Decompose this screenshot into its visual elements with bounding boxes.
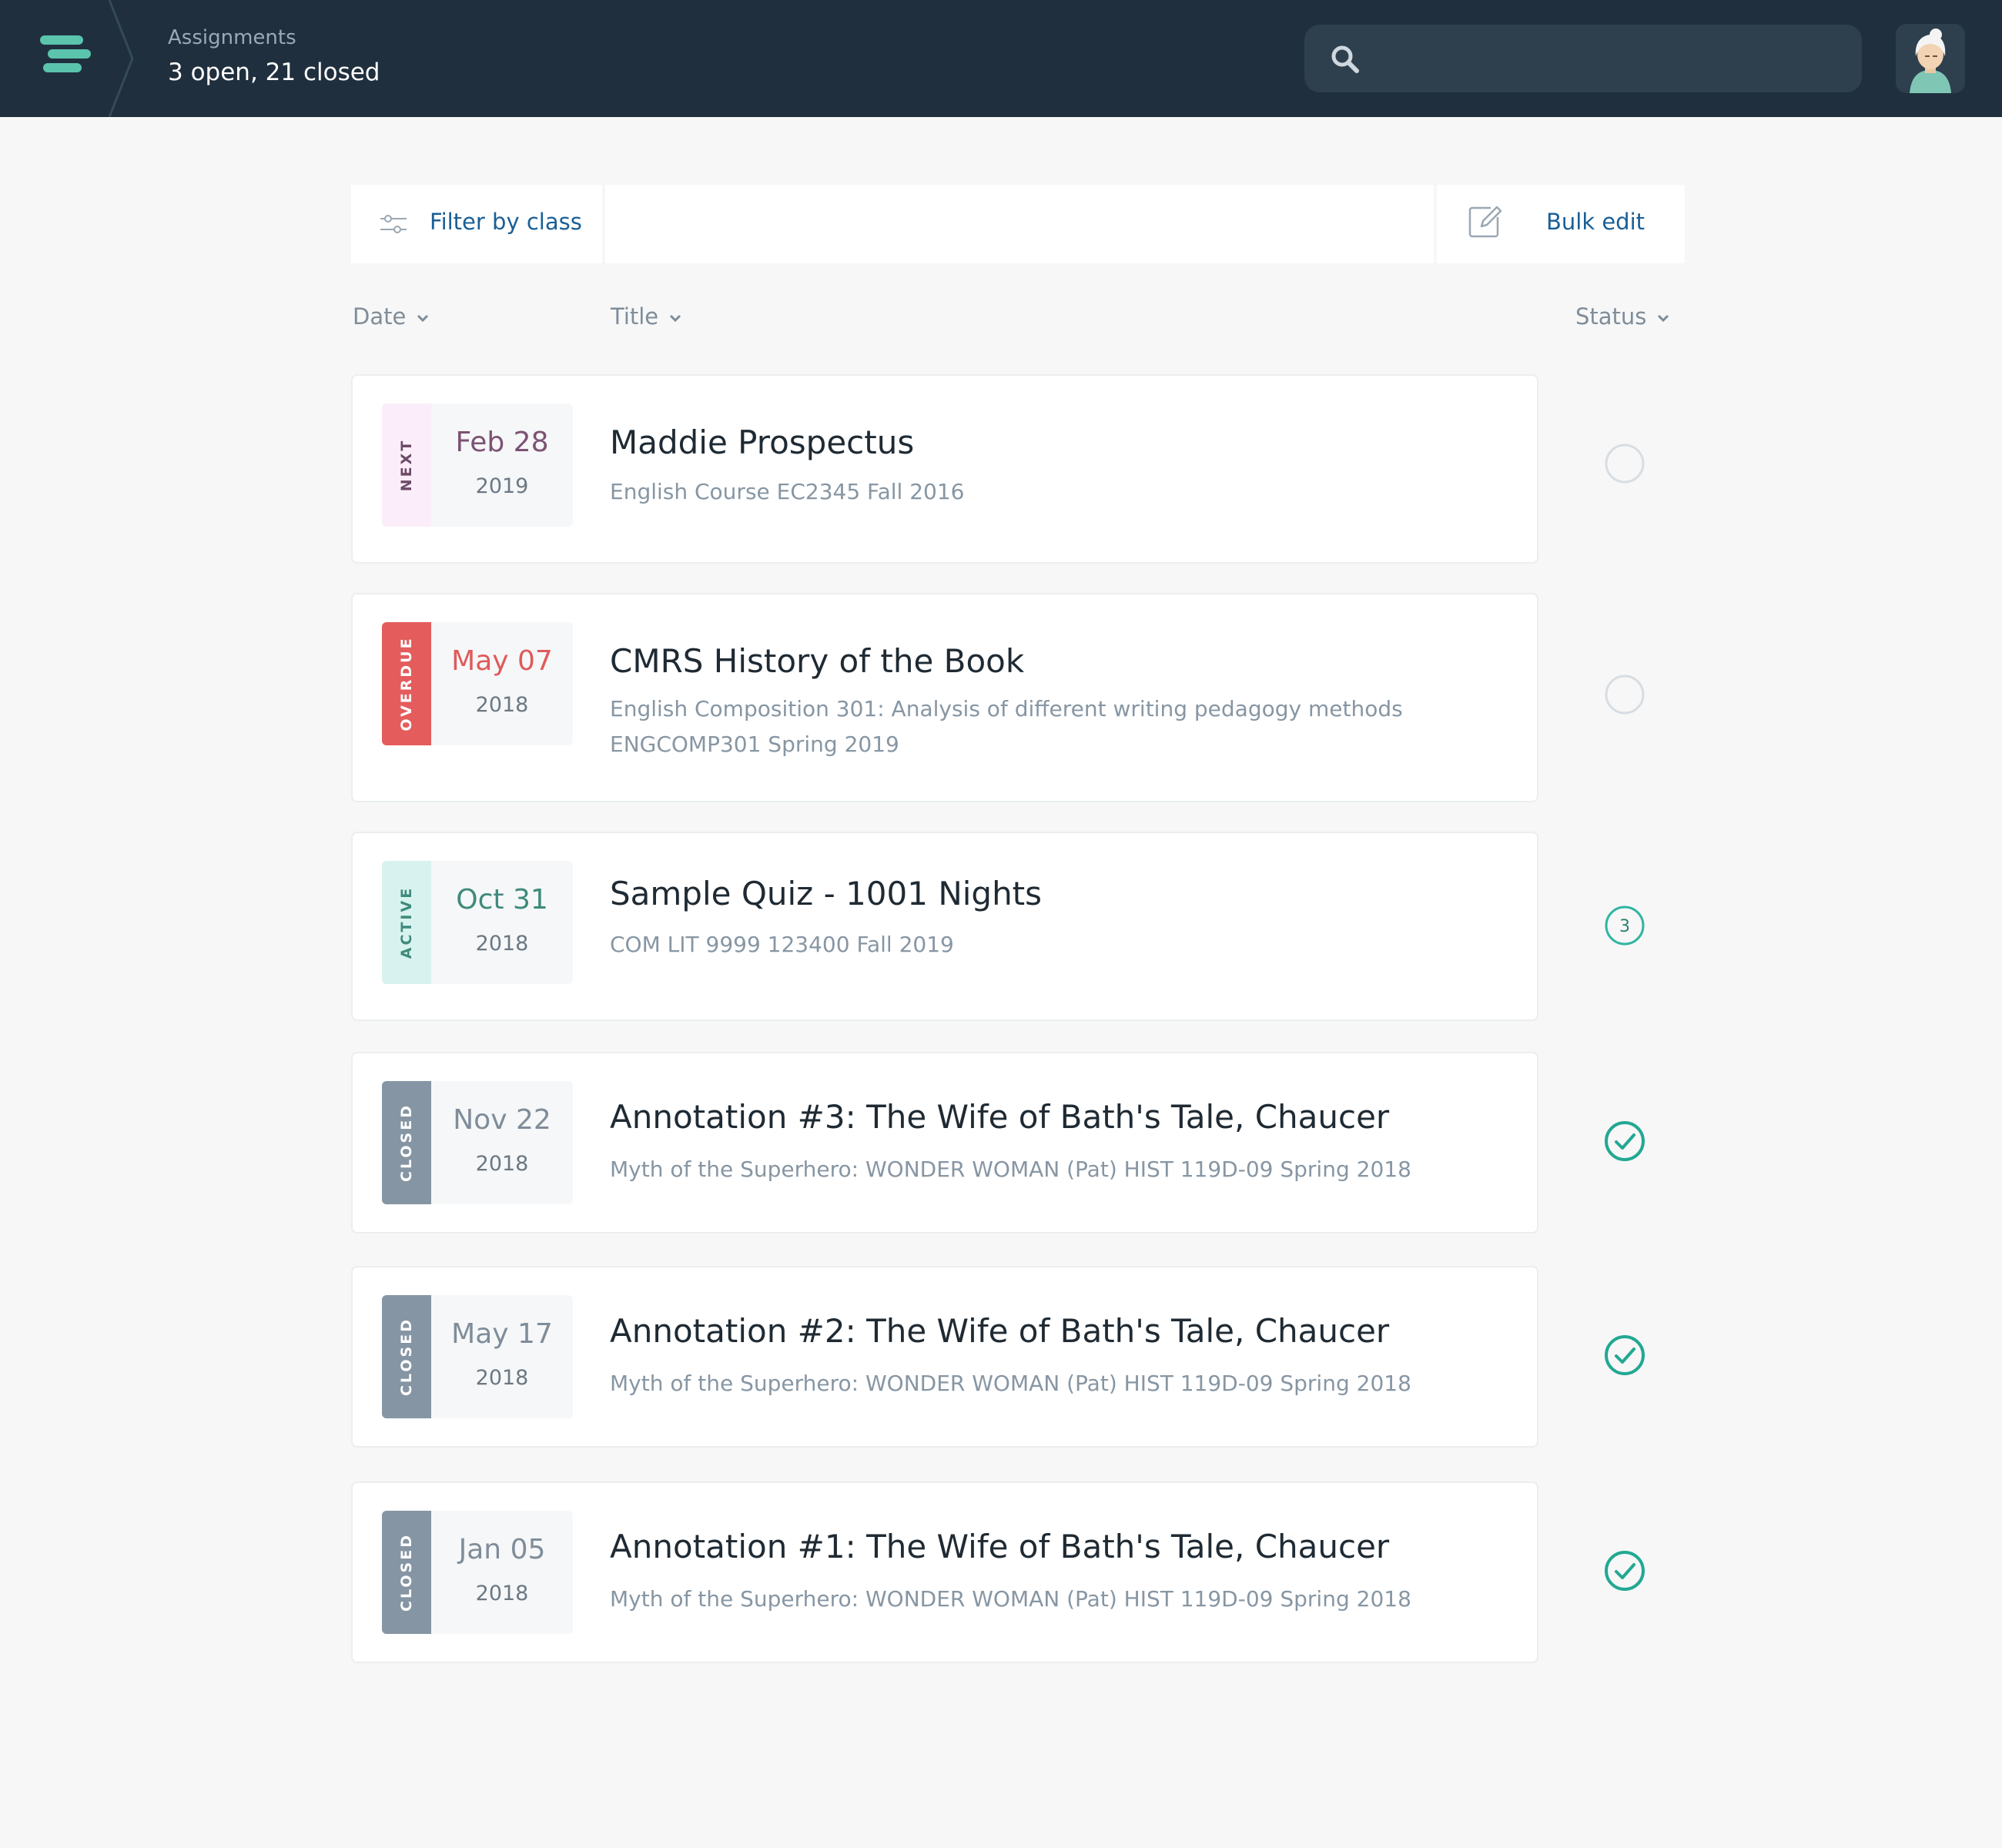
status-count: 3 [1619,917,1630,936]
due-date: Nov 22 [453,1104,551,1136]
edit-icon [1468,206,1502,238]
breadcrumb-chevron-icon [108,0,134,117]
due-year: 2018 [475,693,529,717]
check-circle-icon[interactable] [1603,1120,1646,1163]
status-tag: CLOSED [382,1511,431,1634]
status-tag-label: ACTIVE [398,886,415,959]
sort-by-status[interactable]: Status [1575,303,1669,330]
assignment-class: COM LIT 9999 123400 Fall 2019 [610,932,954,957]
assignment-class: English Composition 301: Analysis of dif… [610,696,1403,721]
date-badge: ACTIVE Oct 31 2018 [382,861,573,984]
due-date: May 07 [451,645,553,677]
status-tag-label: CLOSED [398,1103,415,1182]
date-badge: NEXT Feb 28 2019 [382,403,573,527]
menu-icon[interactable] [0,0,116,117]
assignment-counts: 3 open, 21 closed [168,59,380,86]
sort-by-date[interactable]: Date [353,303,429,330]
assignment-card[interactable]: CLOSED Nov 22 2018 Annotation #3: The Wi… [351,1052,1538,1234]
assignment-title: CMRS History of the Book [610,642,1025,680]
due-year: 2018 [475,1152,529,1176]
filter-by-class-button[interactable]: Filter by class [351,185,602,263]
date-badge: CLOSED May 17 2018 [382,1295,573,1418]
assignment-class-code: ENGCOMP301 Spring 2019 [610,732,899,757]
date-badge: CLOSED Jan 05 2018 [382,1511,573,1634]
avatar-image [1896,24,1965,93]
due-date: May 17 [451,1318,553,1350]
search-box[interactable] [1304,25,1862,92]
date-badge: OVERDUE May 07 2018 [382,622,573,745]
assignment-class: Myth of the Superhero: WONDER WOMAN (Pat… [610,1157,1411,1182]
due-date: Feb 28 [455,427,549,458]
column-header-status: Status [1575,303,1647,330]
due-year: 2018 [475,932,529,956]
chevron-down-icon [417,314,429,323]
status-tag: NEXT [382,403,431,527]
due-date: Jan 05 [458,1534,546,1565]
status-empty-icon[interactable] [1603,673,1646,716]
status-empty-icon[interactable] [1603,442,1646,485]
search-input[interactable] [1378,37,1843,82]
due-year: 2018 [475,1366,529,1390]
user-avatar[interactable] [1896,24,1965,93]
status-tag-label: OVERDUE [398,636,415,732]
check-circle-icon[interactable] [1603,1334,1646,1377]
chevron-down-icon [1658,314,1669,323]
column-header-title: Title [611,303,659,330]
date-badge: CLOSED Nov 22 2018 [382,1081,573,1204]
status-tag-label: NEXT [398,438,415,492]
page-label: Assignments [168,26,296,49]
assignment-title: Sample Quiz - 1001 Nights [610,875,1043,912]
assignment-card[interactable]: CLOSED May 17 2018 Annotation #2: The Wi… [351,1266,1538,1448]
check-circle-icon[interactable] [1603,1549,1646,1592]
column-header-date: Date [353,303,407,330]
toolbar: Filter by class Bulk edit [351,185,1685,263]
status-tag: CLOSED [382,1295,431,1418]
assignment-class: English Course EC2345 Fall 2016 [610,479,965,504]
status-tag: CLOSED [382,1081,431,1204]
top-bar: Assignments 3 open, 21 closed [0,0,2002,117]
due-date: Oct 31 [456,884,548,916]
chevron-down-icon [670,314,681,323]
assignment-title: Maddie Prospectus [610,424,915,461]
assignment-card[interactable]: OVERDUE May 07 2018 CMRS History of the … [351,593,1538,802]
status-tag: OVERDUE [382,622,431,745]
sliders-icon [380,215,407,233]
toolbar-spacer [605,185,1434,263]
assignment-title: Annotation #3: The Wife of Bath's Tale, … [610,1098,1390,1136]
sort-by-title[interactable]: Title [611,303,681,330]
search-icon [1331,45,1359,73]
assignment-title: Annotation #2: The Wife of Bath's Tale, … [610,1312,1390,1350]
status-tag-label: CLOSED [398,1317,415,1396]
bulk-edit-button[interactable]: Bulk edit [1437,185,1685,263]
filter-by-class-label: Filter by class [430,209,582,235]
status-tag-label: CLOSED [398,1533,415,1612]
assignment-card[interactable]: ACTIVE Oct 31 2018 Sample Quiz - 1001 Ni… [351,832,1538,1021]
assignment-class: Myth of the Superhero: WONDER WOMAN (Pat… [610,1371,1411,1396]
assignment-card[interactable]: CLOSED Jan 05 2018 Annotation #1: The Wi… [351,1481,1538,1663]
assignment-title: Annotation #1: The Wife of Bath's Tale, … [610,1528,1390,1565]
due-year: 2018 [475,1582,529,1605]
status-tag: ACTIVE [382,861,431,984]
assignment-class: Myth of the Superhero: WONDER WOMAN (Pat… [610,1586,1411,1612]
bulk-edit-label: Bulk edit [1546,209,1645,235]
due-year: 2019 [475,474,529,498]
assignment-card[interactable]: NEXT Feb 28 2019 Maddie Prospectus Engli… [351,374,1538,564]
status-count-badge[interactable]: 3 [1603,904,1646,947]
